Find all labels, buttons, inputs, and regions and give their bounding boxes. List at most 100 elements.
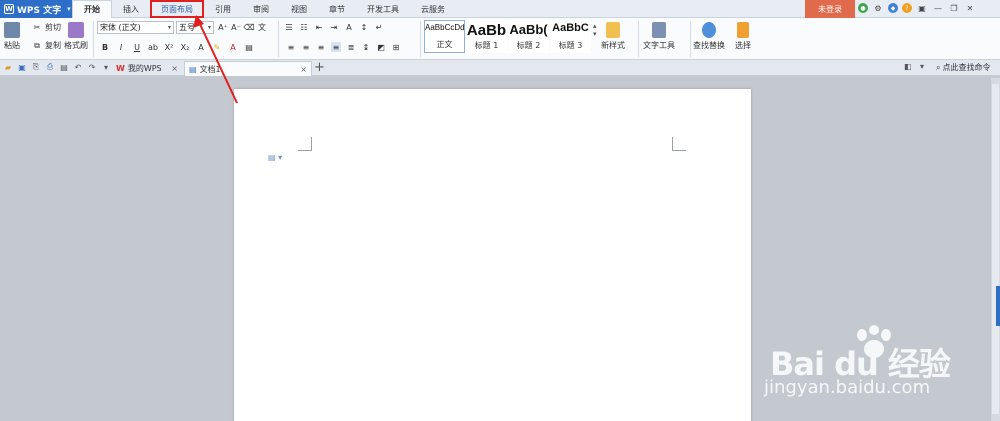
tab-references[interactable]: 引用 (204, 0, 242, 18)
style-gallery-scroll[interactable]: ▴ ▾ (593, 22, 597, 38)
save-icon[interactable]: ▣ (17, 62, 27, 72)
cut-label: 剪切 (45, 23, 61, 32)
align-right-icon[interactable]: ≡ (316, 42, 326, 52)
pin-icon[interactable]: ◧ (904, 62, 912, 71)
find-replace-button[interactable]: 查找替换 (693, 22, 725, 51)
style-normal[interactable]: AaBbCcDd 正文 (424, 20, 465, 53)
phonetic-icon[interactable]: 文 (257, 22, 267, 32)
baidu-watermark: Bai du 经验 jingyan.baidu.com (760, 325, 985, 415)
app-menu-button[interactable]: W WPS 文字 ▾ (0, 0, 72, 18)
char-border-icon[interactable]: ▤ (244, 42, 254, 52)
ribbon-toggle-icon[interactable]: ▣ (916, 2, 928, 15)
divider (420, 21, 421, 57)
decrease-indent-icon[interactable]: ⇤ (314, 22, 324, 32)
line-spacing-icon[interactable]: ↨ (361, 42, 371, 52)
underline-icon[interactable]: U (132, 42, 142, 52)
text-tools-label: 文字工具 (643, 41, 675, 50)
tab-developer[interactable]: 开发工具 (356, 0, 410, 18)
tab-page-layout[interactable]: 页面布局 (150, 0, 204, 18)
numbered-list-icon[interactable]: ☷ (299, 22, 309, 32)
text-tools-icon (652, 22, 666, 38)
tab-review[interactable]: 审阅 (242, 0, 280, 18)
minimize-icon[interactable]: — (932, 2, 944, 15)
bold-icon[interactable]: B (100, 42, 110, 52)
vertical-scrollbar[interactable] (990, 78, 1000, 421)
gear-icon[interactable]: ⚙ (872, 2, 884, 15)
new-tab-button[interactable]: + (314, 60, 325, 75)
style-heading-2[interactable]: AaBb( 标题 2 (508, 20, 549, 53)
style-name: 标题 2 (516, 41, 541, 50)
increase-indent-icon[interactable]: ⇥ (329, 22, 339, 32)
paste-button[interactable]: 粘贴 (4, 22, 20, 51)
highlight-icon[interactable]: ✎ (212, 42, 222, 52)
copy-button[interactable]: ⧉ 复制 (32, 40, 61, 51)
close-icon[interactable]: × (300, 65, 307, 74)
sort-icon[interactable]: ↕ (359, 22, 369, 32)
tab-cloud[interactable]: 云服务 (410, 0, 456, 18)
strikethrough-icon[interactable]: ab (148, 42, 158, 52)
skin-icon[interactable]: ● (858, 3, 868, 13)
undo-icon[interactable]: ↶ (73, 62, 83, 72)
shading-icon[interactable]: ◩ (376, 42, 386, 52)
grow-font-icon[interactable]: A⁺ (218, 22, 228, 32)
print-preview-icon[interactable]: ▤ (59, 62, 69, 72)
close-icon[interactable]: ✕ (964, 2, 976, 15)
align-center-icon[interactable]: ≡ (301, 42, 311, 52)
command-search-label: 点此查找命令 (942, 63, 991, 72)
paragraph-layout-icon[interactable]: ▤ ▾ (268, 153, 282, 162)
copy-icon: ⧉ (34, 40, 40, 50)
subscript-icon[interactable]: X₂ (180, 42, 190, 52)
text-effect-icon[interactable]: A (196, 42, 206, 52)
show-marks-icon[interactable]: ↵ (374, 22, 384, 32)
italic-icon[interactable]: I (116, 42, 126, 52)
document-page[interactable]: ▤ ▾ (234, 89, 751, 421)
style-heading-1[interactable]: AaBb 标题 1 (466, 20, 507, 53)
align-left-icon[interactable]: ≡ (286, 42, 296, 52)
chinese-layout-icon[interactable]: A (344, 22, 354, 32)
shrink-font-icon[interactable]: A⁻ (231, 22, 241, 32)
distributed-icon[interactable]: ≣ (346, 42, 356, 52)
close-icon[interactable]: × (171, 64, 178, 73)
chevron-down-icon[interactable]: ▾ (101, 62, 111, 72)
font-name-select[interactable]: 宋体 (正文) ▾ (97, 21, 174, 34)
border-icon[interactable]: ⊞ (391, 42, 401, 52)
app-name: WPS 文字 (17, 5, 62, 16)
print-icon[interactable]: ⎙ (45, 62, 55, 72)
format-painter-button[interactable]: 格式刷 (64, 22, 88, 51)
select-label: 选择 (735, 41, 751, 50)
select-button[interactable]: 选择 (735, 22, 751, 51)
text-tools-button[interactable]: 文字工具 (643, 22, 675, 51)
tab-view[interactable]: 视图 (280, 0, 318, 18)
superscript-icon[interactable]: X² (164, 42, 174, 52)
font-size-controls: A⁺ A⁻ ⌫ 文 (218, 22, 267, 32)
command-search[interactable]: ⌕ 点此查找命令 (936, 62, 990, 73)
bullet-list-icon[interactable]: ☰ (284, 22, 294, 32)
share-icon[interactable]: ◆ (888, 3, 898, 13)
tab-document-1[interactable]: ▤ 文档1 × (184, 61, 312, 76)
style-sample: AaBbC (552, 22, 589, 34)
paragraph-row-2: ≡ ≡ ≡ ≡ ≣ ↨ ◩ ⊞ (286, 42, 401, 52)
side-panel-handle[interactable] (996, 286, 1000, 326)
open-folder-icon[interactable]: ▰ (3, 62, 13, 72)
font-size-select[interactable]: 五号 ▾ (176, 21, 214, 34)
tab-insert[interactable]: 插入 (112, 0, 150, 18)
restore-icon[interactable]: ❐ (948, 2, 960, 15)
clear-format-icon[interactable]: ⌫ (243, 22, 254, 32)
chevron-down-icon: ▾ (167, 24, 171, 31)
align-justify-icon[interactable]: ≡ (331, 42, 341, 52)
font-color-icon[interactable]: A (228, 42, 238, 52)
new-style-button[interactable]: 新样式 (601, 22, 625, 51)
login-button[interactable]: 未登录 (805, 0, 855, 18)
tab-section[interactable]: 章节 (318, 0, 356, 18)
tab-home[interactable]: 开始 (72, 0, 112, 18)
cut-button[interactable]: ✂ 剪切 (32, 22, 61, 33)
export-icon[interactable]: ⎘ (31, 62, 41, 72)
new-style-icon (606, 22, 620, 38)
help-icon[interactable]: ? (902, 3, 912, 13)
style-sample: AaBbCcDd (425, 23, 464, 32)
redo-icon[interactable]: ↷ (87, 62, 97, 72)
chevron-down-icon[interactable]: ▾ (920, 62, 924, 71)
style-heading-3[interactable]: AaBbC 标题 3 (550, 20, 591, 53)
tab-my-wps[interactable]: W 我的WPS × (112, 61, 182, 76)
scrollbar-thumb[interactable] (992, 84, 999, 414)
